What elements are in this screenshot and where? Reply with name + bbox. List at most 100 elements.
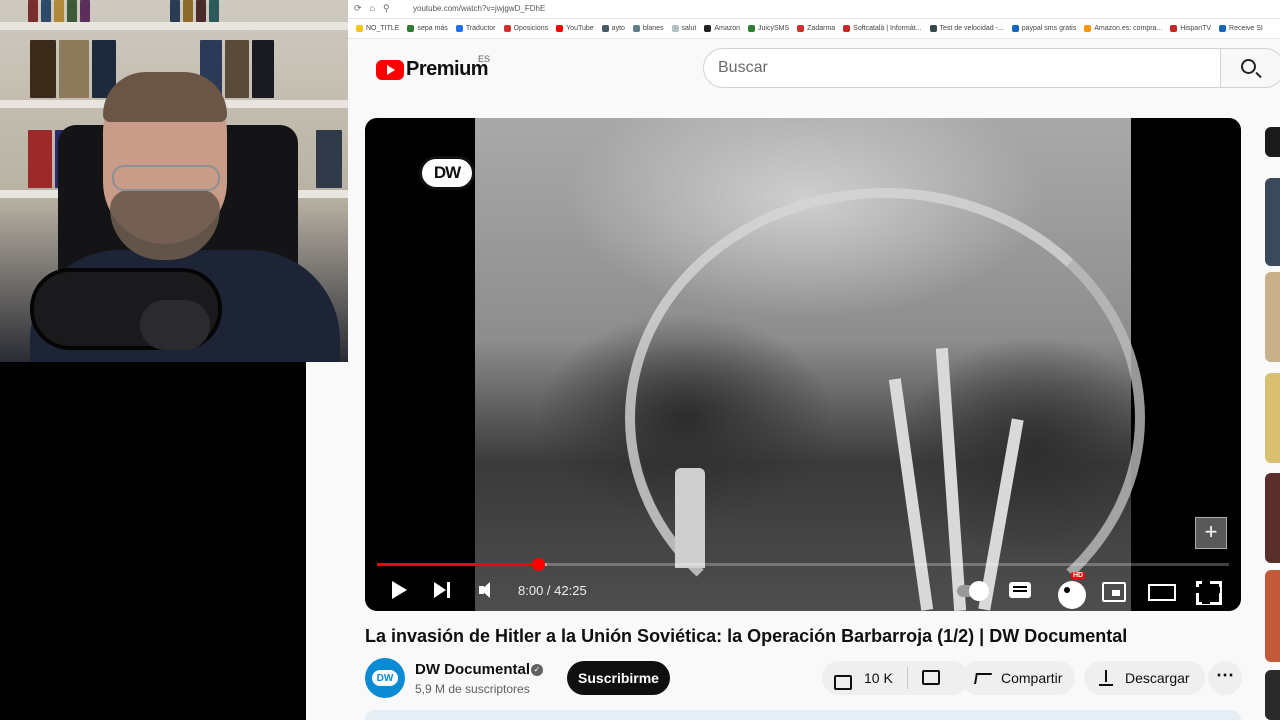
bookmark-item[interactable]: NO_TITLE <box>356 25 399 32</box>
recommended-video-thumbnail[interactable] <box>1265 178 1280 266</box>
youtube-premium-logo[interactable]: Premium <box>376 58 489 81</box>
bookmark-item[interactable]: YouTube <box>556 25 594 32</box>
bookmark-label: sepa más <box>417 25 448 32</box>
recommended-video-thumbnail[interactable] <box>1265 570 1280 662</box>
bookmark-label: Receive SI <box>1229 25 1263 32</box>
share-label: Compartir <box>1001 670 1063 686</box>
video-player[interactable]: DW + 8:00 / 42:25 HD <box>365 118 1241 611</box>
channel-avatar[interactable]: DW <box>365 658 405 698</box>
bookmark-favicon-icon <box>601 25 609 32</box>
recommended-video-thumbnail[interactable] <box>1265 127 1280 157</box>
bookmark-favicon-icon <box>843 25 851 32</box>
region-label: ES <box>478 54 491 64</box>
like-count[interactable]: 10 K <box>864 670 893 686</box>
bookmark-favicon-icon <box>1011 25 1019 32</box>
logo-text: Premium <box>406 58 489 80</box>
video-frame[interactable] <box>475 118 1145 611</box>
webcam-overlay <box>0 0 348 362</box>
bookmark-item[interactable]: Softcatalà | Informàt... <box>843 25 922 32</box>
player-controls: 8:00 / 42:25 HD <box>365 570 1241 611</box>
search-icon <box>1241 59 1256 74</box>
bookmark-label: salut <box>681 25 697 32</box>
bookmark-favicon-icon <box>556 25 564 32</box>
bookmark-item[interactable]: Test de velocidad -... <box>929 25 1004 32</box>
bookmark-item[interactable]: Traductor <box>455 25 496 32</box>
share-icon <box>973 670 993 686</box>
thumbs-up-icon[interactable] <box>832 669 852 690</box>
bookmark-favicon-icon <box>356 25 363 32</box>
bookmark-item[interactable]: paypal sms gratis <box>1011 25 1077 32</box>
address-bar[interactable]: ⟳ ⌂ ⚲ youtube.com/watch?v=jwjgwD_FDhE <box>348 0 1280 19</box>
site-info-icon[interactable]: ⚲ <box>383 3 390 14</box>
progress-played <box>377 563 539 566</box>
progress-bar[interactable] <box>377 558 1229 571</box>
bookmark-favicon-icon <box>407 25 415 32</box>
share-button[interactable]: Compartir <box>961 661 1075 695</box>
hd-badge: HD <box>1071 572 1086 579</box>
dw-logo: DW <box>419 156 475 190</box>
search-input[interactable] <box>704 49 1184 87</box>
bookmark-label: Traductor <box>465 25 496 32</box>
bookmark-item[interactable]: Receive SI <box>1219 25 1263 32</box>
bookmark-label: Test de velocidad -... <box>939 25 1004 32</box>
add-button[interactable]: + <box>1195 517 1227 549</box>
recommended-video-thumbnail[interactable] <box>1265 473 1280 563</box>
browser-window: ⟳ ⌂ ⚲ youtube.com/watch?v=jwjgwD_FDhE NO… <box>348 0 1280 720</box>
thumbs-down-icon[interactable] <box>920 669 940 687</box>
next-icon[interactable] <box>431 578 455 602</box>
bookmark-item[interactable]: salut <box>671 25 697 32</box>
bookmark-label: blanes <box>642 25 664 32</box>
bookmark-item[interactable]: blanes <box>632 25 664 32</box>
play-icon[interactable] <box>387 578 411 602</box>
search-button[interactable] <box>1221 48 1280 88</box>
bookmark-item[interactable]: HispanTV <box>1170 25 1211 32</box>
recommended-video-thumbnail[interactable] <box>1265 373 1280 463</box>
bookmark-favicon-icon <box>1219 25 1227 32</box>
url-text[interactable]: youtube.com/watch?v=jwjgwD_FDhE <box>413 4 545 13</box>
time-separator: / <box>543 583 555 598</box>
gear-icon[interactable] <box>1055 578 1086 609</box>
volume-icon[interactable] <box>476 578 500 602</box>
subscribe-button[interactable]: Suscribirme <box>567 661 670 695</box>
bookmark-item[interactable]: Zadarma <box>797 25 835 32</box>
theater-mode-icon[interactable] <box>1148 578 1176 602</box>
glasses <box>112 165 220 191</box>
verified-icon: ✓ <box>531 664 543 676</box>
bookmark-favicon-icon <box>748 25 756 32</box>
subtitles-icon[interactable] <box>1008 578 1032 602</box>
like-dislike-group: 10 K <box>822 661 969 695</box>
books <box>170 0 219 22</box>
youtube-play-icon <box>376 59 404 80</box>
fullscreen-icon[interactable] <box>1194 576 1222 605</box>
bookmark-item[interactable]: ayto <box>601 25 625 32</box>
urn-pedestal <box>675 468 705 568</box>
recommended-video-thumbnail[interactable] <box>1265 272 1280 362</box>
bookmark-favicon-icon <box>1084 25 1092 32</box>
bookmarks-bar: NO_TITLE sepa más Traductor Oposicions YouTu… <box>348 19 1280 39</box>
download-button[interactable]: Descargar <box>1084 661 1205 695</box>
bookmark-favicon-icon <box>929 25 937 32</box>
reload-icon[interactable]: ⟳ <box>354 3 362 14</box>
nav-icons: ⟳ ⌂ ⚲ <box>354 3 390 14</box>
channel-avatar-text: DW <box>370 668 400 688</box>
bookmark-item[interactable]: sepa más <box>407 25 448 32</box>
bookmark-item[interactable]: Amazon <box>704 25 740 32</box>
home-icon[interactable]: ⌂ <box>370 3 375 14</box>
search-box <box>703 48 1221 88</box>
bookmark-item[interactable]: Oposicions <box>503 25 548 32</box>
bookmark-label: paypal sms gratis <box>1021 25 1077 32</box>
bookmark-label: Amazon <box>714 25 741 32</box>
recommended-video-thumbnail[interactable] <box>1265 670 1280 720</box>
bookmark-label: Softcatalà | Informàt... <box>853 25 922 32</box>
description-box[interactable] <box>365 710 1241 720</box>
bookmark-label: YouTube <box>566 25 594 32</box>
bookmark-item[interactable]: JuicySMS <box>748 25 789 32</box>
microphone-grill <box>140 300 210 350</box>
time-display: 8:00 / 42:25 <box>518 583 587 598</box>
miniplayer-icon[interactable] <box>1101 578 1126 602</box>
autoplay-toggle-icon[interactable] <box>957 578 991 602</box>
person-hair <box>103 72 227 122</box>
more-options-button[interactable]: ⋯ <box>1208 661 1242 695</box>
channel-name[interactable]: DW Documental <box>415 661 530 678</box>
bookmark-item[interactable]: Amazon.es: compra... <box>1084 25 1162 32</box>
